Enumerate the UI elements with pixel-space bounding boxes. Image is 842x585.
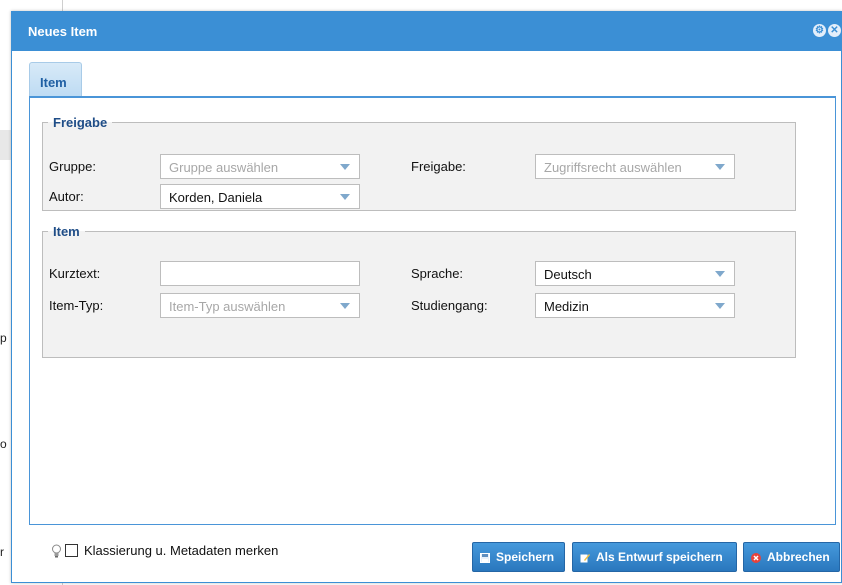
floppy-disk-icon <box>480 552 490 563</box>
chevron-down-icon <box>715 303 725 309</box>
chevron-down-icon <box>340 303 350 309</box>
freigabe-select[interactable]: Zugriffsrecht auswählen <box>535 154 735 179</box>
studiengang-label: Studiengang: <box>411 298 488 313</box>
background-strip <box>0 130 11 160</box>
remember-metadata-option: Klassierung u. Metadaten merken <box>51 543 278 558</box>
close-icon[interactable]: ✕ <box>828 24 841 37</box>
tab-panel: Freigabe Gruppe: Gruppe auswählen Freiga… <box>29 96 836 525</box>
freigabe-fieldset: Freigabe Gruppe: Gruppe auswählen Freiga… <box>42 115 796 211</box>
item-typ-placeholder: Item-Typ auswählen <box>169 299 286 314</box>
remember-metadata-label[interactable]: Klassierung u. Metadaten merken <box>84 543 278 558</box>
remember-metadata-checkbox[interactable] <box>65 544 78 557</box>
gear-icon[interactable]: ⚙ <box>813 24 826 37</box>
save-draft-button[interactable]: Als Entwurf speichern <box>572 542 737 572</box>
sprache-select[interactable]: Deutsch <box>535 261 735 286</box>
kurztext-label: Kurztext: <box>49 266 101 281</box>
chevron-down-icon <box>715 271 725 277</box>
gruppe-label: Gruppe: <box>49 159 96 174</box>
chevron-down-icon <box>340 164 350 170</box>
freigabe-legend: Freigabe <box>53 115 108 130</box>
titlebar-icons: ⚙ ✕ <box>813 24 841 37</box>
sprache-value: Deutsch <box>544 267 592 282</box>
autor-select[interactable]: Korden, Daniela <box>160 184 360 209</box>
chevron-down-icon <box>715 164 725 170</box>
save-button-label: Speichern <box>496 550 555 564</box>
tab-item[interactable]: Item <box>29 62 82 97</box>
studiengang-value: Medizin <box>544 299 589 314</box>
item-fieldset: Item Kurztext: Sprache: Deutsch Item-Typ… <box>42 224 796 358</box>
autor-value: Korden, Daniela <box>169 190 263 205</box>
gruppe-select[interactable]: Gruppe auswählen <box>160 154 360 179</box>
item-typ-label: Item-Typ: <box>49 298 104 313</box>
background-text: r <box>0 545 4 559</box>
autor-label: Autor: <box>49 189 84 204</box>
sprache-label: Sprache: <box>411 266 464 281</box>
save-draft-button-label: Als Entwurf speichern <box>596 550 723 564</box>
background-text: p <box>0 331 7 345</box>
cancel-button[interactable]: Abbrechen <box>743 542 840 572</box>
chevron-down-icon <box>340 194 350 200</box>
lightbulb-icon <box>51 544 62 558</box>
cancel-icon <box>751 552 761 563</box>
item-typ-select[interactable]: Item-Typ auswählen <box>160 293 360 318</box>
tab-item-label: Item <box>40 75 67 90</box>
studiengang-select[interactable]: Medizin <box>535 293 735 318</box>
gruppe-placeholder: Gruppe auswählen <box>169 160 279 175</box>
item-legend: Item <box>53 224 80 239</box>
freigabe-label: Freigabe: <box>411 159 466 174</box>
new-item-dialog: Neues Item ⚙ ✕ Item Freigabe Gruppe: Gru… <box>11 11 842 583</box>
edit-note-icon <box>580 552 590 563</box>
dialog-titlebar[interactable]: Neues Item ⚙ ✕ <box>12 12 841 51</box>
background-text: o <box>0 437 7 451</box>
save-button[interactable]: Speichern <box>472 542 565 572</box>
cancel-button-label: Abbrechen <box>767 550 830 564</box>
kurztext-input[interactable] <box>160 261 360 286</box>
dialog-title: Neues Item <box>28 24 98 39</box>
freigabe-placeholder: Zugriffsrecht auswählen <box>544 160 682 175</box>
